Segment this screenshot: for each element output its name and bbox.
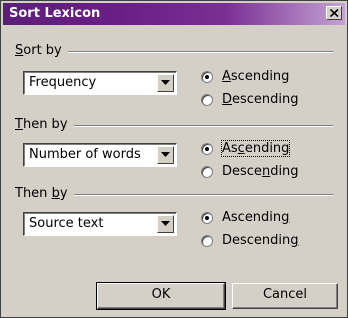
radio-indicator — [201, 71, 213, 83]
radio-indicator — [201, 143, 213, 155]
sort-by-dropdown-button[interactable] — [157, 74, 174, 92]
sort-by-select-value: Frequency — [29, 75, 97, 90]
close-icon — [330, 9, 339, 17]
title-bar[interactable]: Sort Lexicon — [3, 3, 345, 25]
radio-indicator — [201, 166, 213, 178]
then-by-select-1-value: Number of words — [29, 147, 141, 162]
radio-selected-dot — [205, 75, 209, 79]
sort-by-descending-label: Descending — [222, 92, 299, 107]
chevron-down-icon — [161, 152, 170, 157]
radio-selected-dot — [205, 147, 209, 151]
sort-by-select[interactable]: Frequency — [23, 71, 177, 95]
close-button[interactable] — [326, 6, 342, 20]
then-by-select-1[interactable]: Number of words — [23, 143, 177, 167]
then-by-2-dropdown-button[interactable] — [157, 215, 174, 233]
sort-by-ascending-label: Ascending — [222, 69, 290, 84]
then-by-2-ascending-label: Ascending — [222, 210, 290, 225]
then-by-select-2-value: Source text — [29, 216, 104, 231]
window-title: Sort Lexicon — [9, 6, 101, 21]
then-by-label-1: Then by — [15, 117, 74, 132]
sort-by-label: Sort by — [15, 43, 68, 58]
then-by-select-2[interactable]: Source text — [23, 212, 177, 236]
then-by-1-ascending-label: Ascending — [220, 140, 291, 157]
then-by-1-descending-label: Descending — [222, 164, 299, 179]
then-by-1-dropdown-button[interactable] — [157, 146, 174, 164]
ok-button[interactable]: OK — [96, 282, 226, 310]
radio-indicator — [201, 212, 213, 224]
radio-indicator — [201, 94, 213, 106]
then-by-2-descending-label: Descending — [222, 233, 299, 248]
cancel-button[interactable]: Cancel — [232, 283, 338, 309]
sort-lexicon-dialog: Sort Lexicon Sort by Frequency Ascending… — [0, 0, 348, 318]
chevron-down-icon — [161, 80, 170, 85]
chevron-down-icon — [161, 221, 170, 226]
radio-selected-dot — [205, 216, 209, 220]
radio-indicator — [201, 235, 213, 247]
then-by-label-2: Then by — [15, 186, 74, 201]
